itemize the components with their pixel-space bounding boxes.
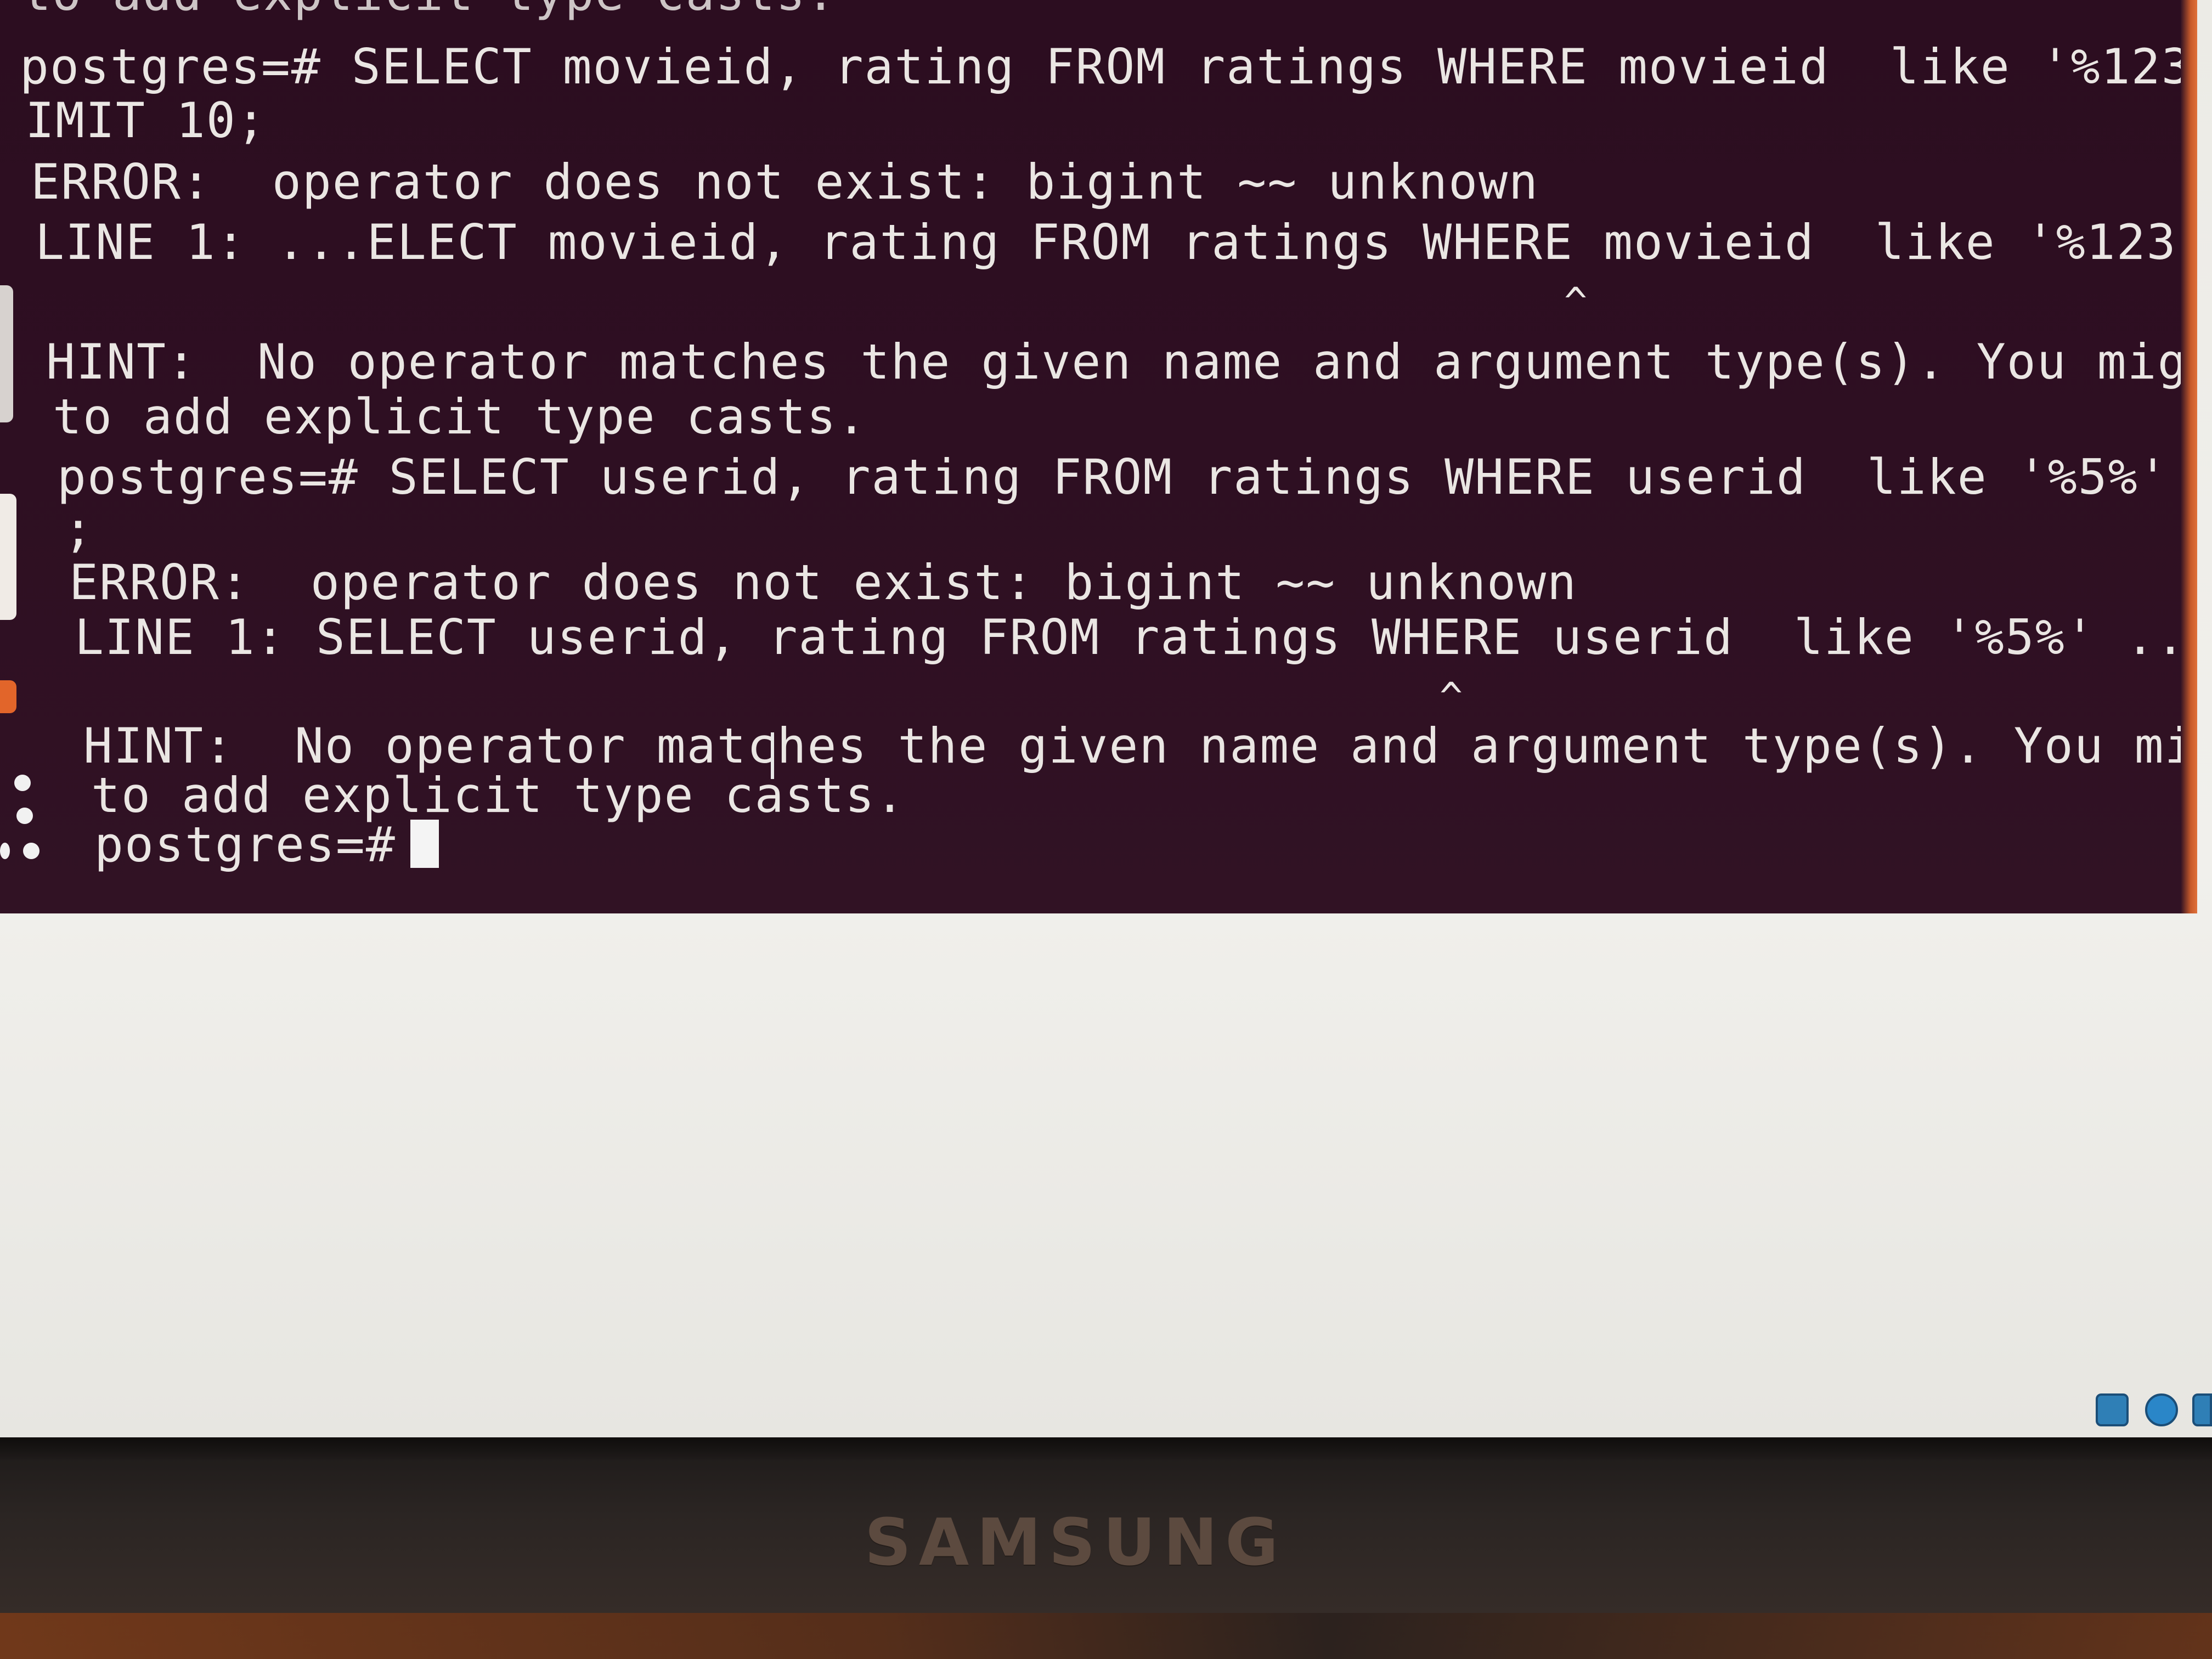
mouse-ibeam-cursor	[771, 732, 782, 779]
terminal-line: postgres=# SELECT movieid, rating FROM r…	[20, 38, 2197, 95]
prompt-line[interactable]: postgres=#	[94, 817, 439, 872]
launcher-item[interactable]	[0, 494, 16, 620]
launcher-dot-icon	[23, 843, 40, 859]
terminal-line: ERROR: operator does not exist: bigint ~…	[69, 554, 1578, 611]
tray-app-icon[interactable]	[2192, 1393, 2212, 1426]
terminal-line: to add explicit type casts.	[22, 0, 836, 21]
launcher-item[interactable]	[0, 680, 16, 713]
prompt-text: postgres=#	[94, 816, 396, 873]
launcher-dot-icon	[14, 775, 31, 791]
photo: to add explicit type casts. postgres=# S…	[0, 0, 2212, 1659]
terminal-line: postgres=# SELECT userid, rating FROM ra…	[57, 449, 2169, 505]
terminal-line: LINE 1: ...ELECT movieid, rating FROM ra…	[35, 214, 2197, 270]
monitor-screen: to add explicit type casts. postgres=# S…	[0, 0, 2212, 1437]
monitor-bezel-lip	[0, 1437, 2212, 1459]
terminal-line: LINE 1: SELECT userid, rating FROM ratin…	[75, 609, 2197, 665]
desk-surface	[0, 1613, 2212, 1659]
terminal-line: ;	[64, 501, 94, 557]
monitor-brand-logo: SAMSUNG	[864, 1504, 1286, 1580]
launcher-item[interactable]	[0, 285, 13, 422]
terminal-window[interactable]: to add explicit type casts. postgres=# S…	[0, 0, 2197, 913]
launcher-dot-icon	[0, 843, 10, 859]
terminal-line: to add explicit type casts.	[91, 767, 906, 823]
terminal-line: ERROR: operator does not exist: bigint ~…	[31, 154, 1539, 210]
tray-app-icon[interactable]	[2096, 1393, 2129, 1426]
window-edge	[2181, 0, 2197, 913]
text-cursor	[410, 820, 439, 868]
terminal-line: HINT: No operator matches the given name…	[83, 718, 2197, 774]
terminal-line: IMIT 10;	[25, 92, 267, 149]
terminal-line: to add explicit type casts.	[53, 388, 867, 445]
tray-status-icon[interactable]	[2145, 1393, 2178, 1426]
terminal-output: to add explicit type casts. postgres=# S…	[0, 0, 2197, 913]
terminal-line: ^	[83, 674, 1464, 719]
launcher-dot-icon	[16, 808, 33, 824]
terminal-line: ^	[38, 279, 1589, 324]
terminal-line: HINT: No operator matches the given name…	[46, 334, 2197, 390]
